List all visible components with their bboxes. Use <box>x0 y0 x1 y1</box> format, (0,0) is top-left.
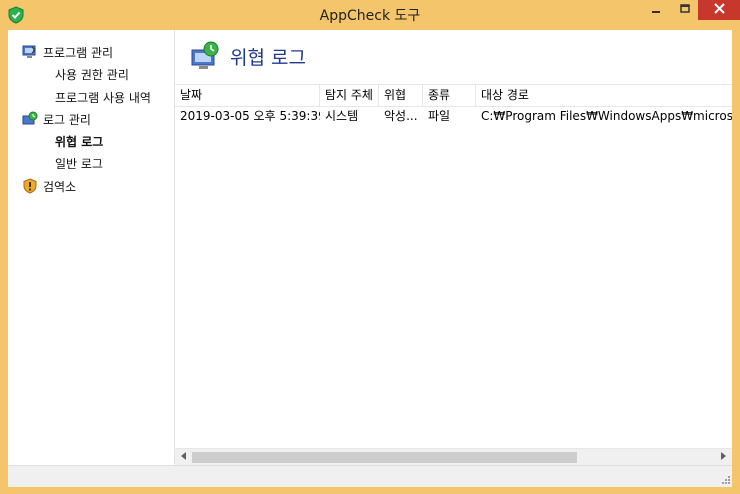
maximize-icon <box>679 3 690 17</box>
cell-date: 2019-03-05 오후 5:39:39 <box>180 109 320 123</box>
sidebar-item-label: 검역소 <box>43 179 77 194</box>
close-button[interactable] <box>698 0 740 20</box>
scroll-left-button[interactable] <box>175 449 192 466</box>
minimize-icon <box>651 3 661 17</box>
column-header-detector[interactable]: 탐지 주체 <box>320 85 379 106</box>
column-header-date[interactable]: 날짜 <box>175 85 320 106</box>
sidebar-item-program-usage[interactable]: 프로그램 사용 내역 <box>55 88 151 106</box>
main-panel: 위협 로그 날짜 탐지 주체 위협 종류 대상 경로 2019-03-05 오후… <box>175 30 732 464</box>
panel-header: 위협 로그 <box>175 30 732 84</box>
sidebar-item-threat-log[interactable]: 위협 로그 <box>55 132 103 150</box>
scroll-left-icon <box>180 452 187 463</box>
sidebar-item-log-manage[interactable]: 로그 관리 <box>22 110 91 128</box>
cell-threat: 악성... <box>384 109 418 123</box>
table-row[interactable]: 2019-03-05 오후 5:39:39 시스템 악성... 파일 C:₩Pr… <box>175 106 732 126</box>
scroll-right-icon <box>720 452 727 463</box>
title-bar[interactable]: AppCheck 도구 <box>0 0 740 30</box>
app-window: AppCheck 도구 프로그램 관리 사용 권한 관리 프로그램 사용 내역 … <box>0 0 740 494</box>
client-area: 프로그램 관리 사용 권한 관리 프로그램 사용 내역 로그 관리 위협 로그 … <box>8 30 732 487</box>
threat-log-icon <box>189 40 221 72</box>
sidebar-item-quarantine[interactable]: 검역소 <box>22 177 76 195</box>
minimize-button[interactable] <box>641 0 671 20</box>
page-title: 위협 로그 <box>230 47 306 69</box>
scrollbar-thumb[interactable] <box>192 452 577 463</box>
column-header-target-path[interactable]: 대상 경로 <box>476 85 732 106</box>
cell-detector: 시스템 <box>325 109 359 123</box>
sidebar-item-program-manage[interactable]: 프로그램 관리 <box>22 43 113 61</box>
sidebar-item-general-log[interactable]: 일반 로그 <box>55 154 103 172</box>
sidebar-item-label: 프로그램 사용 내역 <box>55 90 151 105</box>
table-header: 날짜 탐지 주체 위협 종류 대상 경로 <box>175 84 732 107</box>
log-manage-icon <box>22 111 38 127</box>
close-icon <box>713 3 725 17</box>
program-manage-icon <box>22 44 38 60</box>
window-title: AppCheck 도구 <box>319 8 421 24</box>
cell-type: 파일 <box>428 109 451 123</box>
sidebar-item-permission-manage[interactable]: 사용 권한 관리 <box>55 65 129 83</box>
cell-target-path: C:₩Program Files₩WindowsApps₩microsoft.w… <box>481 109 732 123</box>
maximize-button[interactable] <box>671 0 698 20</box>
status-bar <box>8 465 732 487</box>
column-header-type[interactable]: 종류 <box>423 85 476 106</box>
column-header-threat[interactable]: 위협 <box>379 85 423 106</box>
sidebar-item-label: 일반 로그 <box>55 156 103 171</box>
sidebar-item-label: 로그 관리 <box>43 112 91 127</box>
sidebar-item-label: 사용 권한 관리 <box>55 67 129 82</box>
sidebar: 프로그램 관리 사용 권한 관리 프로그램 사용 내역 로그 관리 위협 로그 … <box>8 30 175 464</box>
sidebar-item-label: 위협 로그 <box>55 134 104 149</box>
sidebar-item-label: 프로그램 관리 <box>43 45 114 60</box>
scroll-right-button[interactable] <box>715 449 732 466</box>
horizontal-scrollbar[interactable] <box>175 448 732 466</box>
quarantine-icon <box>22 178 38 194</box>
resize-grip-icon[interactable] <box>720 475 730 485</box>
